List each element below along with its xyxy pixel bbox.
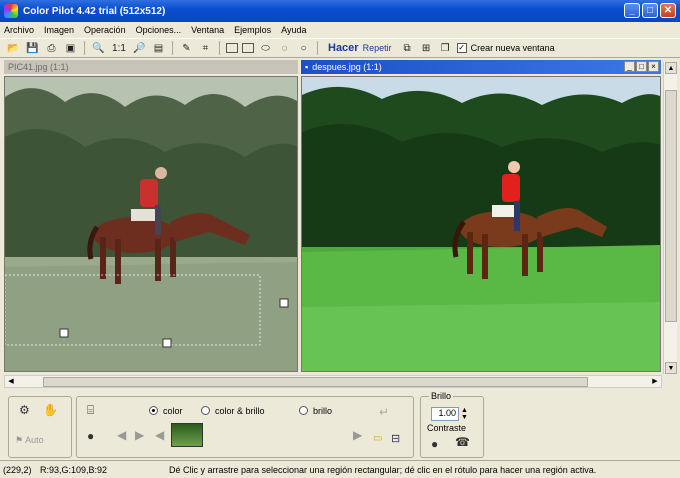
- toolbar-separator: [84, 41, 85, 55]
- thumb-right-arrow-icon[interactable]: ▶: [353, 428, 362, 442]
- wand-icon[interactable]: ⚙: [19, 403, 30, 417]
- scroll-down-arrow-icon[interactable]: ▼: [665, 362, 677, 374]
- radio-color-brillo-label: color & brillo: [215, 406, 265, 416]
- radio-brillo-label: brillo: [313, 406, 333, 416]
- correction-panel: ⌸ ● ◀ ▶ ◀ ▶ color color & brillo brillo …: [76, 396, 414, 458]
- toolbar-separator: [219, 41, 220, 55]
- hacer-button[interactable]: Hacer: [328, 42, 359, 54]
- layers-icon[interactable]: ❐: [438, 41, 453, 56]
- scroll-left-arrow-icon[interactable]: ◀: [5, 376, 17, 387]
- rect-select-icon[interactable]: [226, 43, 238, 53]
- document-icon: ▪: [305, 62, 309, 72]
- result-image-canvas[interactable]: [301, 76, 661, 372]
- compare-icon[interactable]: ⊟: [391, 432, 400, 445]
- contrast-up-icon[interactable]: ☎: [455, 435, 470, 449]
- menu-ventana[interactable]: Ventana: [191, 25, 224, 35]
- pane-maximize-button[interactable]: □: [636, 61, 647, 72]
- radio-color-brillo[interactable]: [201, 406, 210, 415]
- pane-minimize-button[interactable]: _: [624, 61, 635, 72]
- open-folder-icon[interactable]: 📂: [6, 41, 21, 56]
- eyedropper-icon[interactable]: ✎: [179, 41, 194, 56]
- zoom-in-icon[interactable]: 🔍: [91, 41, 106, 56]
- lasso-icon[interactable]: ⬭: [258, 41, 273, 56]
- prev-right-icon[interactable]: ▶: [135, 428, 144, 442]
- scroll-up-arrow-icon[interactable]: ▲: [665, 62, 677, 74]
- flag-icon: ⚑: [15, 435, 24, 445]
- toolbar: 📂 💾 ⎙ ▣ 🔍 1:1 🔎 ▤ ✎ ⌗ ⬭ ◌ ○ Hacer Repeti…: [0, 38, 680, 58]
- maximize-button[interactable]: □: [642, 3, 658, 18]
- pane-close-button[interactable]: ×: [648, 61, 659, 72]
- fit-window-icon[interactable]: ▤: [151, 41, 166, 56]
- menu-archivo[interactable]: Archivo: [4, 25, 34, 35]
- scan-icon[interactable]: ▣: [63, 41, 78, 56]
- brightness-contrast-panel: Brillo 1.00 ▲ ▼ Contraste ● ☎: [420, 391, 484, 458]
- contrast-down-icon[interactable]: ●: [431, 437, 438, 451]
- auto-button[interactable]: ⚑ Auto: [15, 435, 44, 446]
- minimize-button[interactable]: _: [624, 3, 640, 18]
- auto-label: Auto: [25, 435, 44, 445]
- print-icon[interactable]: ⎙: [44, 41, 59, 56]
- save-icon[interactable]: 💾: [25, 41, 40, 56]
- repetir-button[interactable]: Repetir: [363, 43, 392, 53]
- status-rgb: R:93,G:109,B:92: [40, 464, 108, 475]
- left-pane-title[interactable]: PIC41.jpg (1:1): [4, 60, 298, 74]
- zoom-1to1-button[interactable]: 1:1: [110, 41, 128, 56]
- rect-select-2-icon[interactable]: [242, 43, 254, 53]
- undo-icon[interactable]: ↵: [379, 405, 389, 419]
- prev-left-icon[interactable]: ◀: [117, 428, 126, 442]
- left-pane-title-text: PIC41.jpg (1:1): [8, 62, 69, 72]
- status-bar: (229,2) R:93,G:109,B:92 Dé Clic y arrast…: [0, 460, 680, 478]
- app-icon: [4, 4, 18, 18]
- menu-ayuda[interactable]: Ayuda: [281, 25, 306, 35]
- globe-icon[interactable]: ●: [87, 429, 94, 443]
- original-image-canvas[interactable]: [4, 76, 298, 372]
- menu-bar: Archivo Imagen Operación Opciones... Ven…: [0, 22, 680, 38]
- brillo-spinner-icon[interactable]: ▲ ▼: [461, 407, 468, 421]
- circle-select-icon[interactable]: ○: [296, 41, 311, 56]
- right-pane-title-text: despues.jpg (1:1): [312, 62, 382, 72]
- vertical-scrollbar[interactable]: ▲ ▼: [663, 62, 677, 374]
- title-bar: Color Pilot 4.42 trial (512x512) _ □ ✕: [0, 0, 680, 22]
- close-button[interactable]: ✕: [660, 3, 676, 18]
- menu-ejemplos[interactable]: Ejemplos: [234, 25, 271, 35]
- menu-operacion[interactable]: Operación: [84, 25, 126, 35]
- new-window-checkbox[interactable]: ✓: [456, 43, 467, 53]
- menu-imagen[interactable]: Imagen: [44, 25, 74, 35]
- grid-view-icon[interactable]: ⊞: [419, 41, 434, 56]
- vertical-scroll-thumb[interactable]: [665, 90, 677, 322]
- highlight-icon[interactable]: ▭: [373, 433, 382, 444]
- variant-thumbnail[interactable]: [171, 423, 203, 447]
- crop-icon[interactable]: ⌗: [198, 41, 213, 56]
- radio-color[interactable]: [149, 406, 158, 415]
- tools-panel: ⚙ ✋ ⚑ Auto: [8, 396, 72, 458]
- radio-brillo[interactable]: [299, 406, 308, 415]
- scroll-right-arrow-icon[interactable]: ▶: [649, 376, 661, 387]
- horizontal-scrollbar[interactable]: ◀ ▶: [4, 375, 662, 388]
- menu-opciones[interactable]: Opciones...: [136, 25, 182, 35]
- new-window-label: Crear nueva ventana: [470, 43, 555, 53]
- brillo-label: Brillo: [429, 391, 454, 401]
- toolbar-separator: [317, 41, 318, 55]
- status-message: Dé Clic y arrastre para seleccionar una …: [169, 464, 597, 475]
- contraste-label: Contraste: [427, 423, 467, 433]
- horizontal-scroll-thumb[interactable]: [43, 377, 588, 387]
- freeform-icon[interactable]: ◌: [277, 41, 292, 56]
- hand-icon[interactable]: ✋: [43, 403, 58, 417]
- toolbar-separator: [172, 41, 173, 55]
- radio-color-label: color: [163, 406, 183, 416]
- status-coords: (229,2): [3, 464, 32, 475]
- window-title: Color Pilot 4.42 trial (512x512): [23, 5, 166, 17]
- zoom-out-icon[interactable]: 🔎: [132, 41, 147, 56]
- thumb-left-arrow-icon[interactable]: ◀: [155, 428, 164, 442]
- calculator-icon[interactable]: ⌸: [87, 403, 94, 418]
- compare-windows-icon[interactable]: ⧉: [400, 41, 415, 56]
- right-pane-title[interactable]: ▪ despues.jpg (1:1) _ □ ×: [301, 60, 661, 74]
- brillo-input[interactable]: 1.00: [431, 407, 459, 421]
